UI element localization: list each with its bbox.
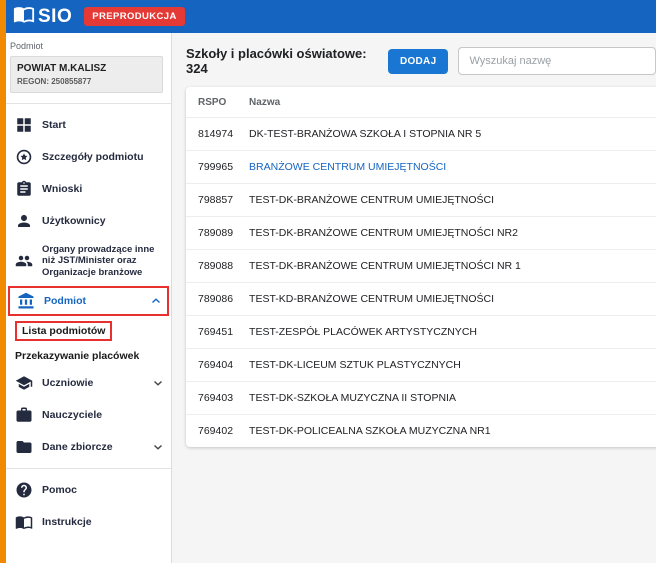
assignment-icon <box>15 180 33 198</box>
sidebar-item-label: Instrukcje <box>42 516 92 529</box>
main-content: Szkoły i placówki oświatowe: 324 DODAJ R… <box>173 33 656 563</box>
table-row[interactable]: 789086 TEST-KD-BRANŻOWE CENTRUM UMIEJĘTN… <box>186 283 656 316</box>
sidebar-section-label: Podmiot <box>6 33 171 54</box>
sidebar-item-label: Użytkownicy <box>42 215 106 228</box>
chevron-up-icon <box>149 294 163 308</box>
sidebar-item-label: Pomoc <box>42 484 77 497</box>
cell-rspo: 814974 <box>186 118 241 151</box>
cell-nazwa-link[interactable]: BRANŻOWE CENTRUM UMIEJĘTNOŚCI <box>241 151 656 184</box>
person-icon <box>15 212 33 230</box>
add-button[interactable]: DODAJ <box>388 49 449 74</box>
cell-nazwa: TEST-DK-POLICEALNA SZKOŁA MUZYCZNA NR1 <box>241 415 656 448</box>
table-row[interactable]: 799965 BRANŻOWE CENTRUM UMIEJĘTNOŚCI <box>186 151 656 184</box>
schools-table-card: RSPO Nazwa 814974 DK-TEST-BRANŻOWA SZKOŁ… <box>186 87 656 447</box>
cell-nazwa: TEST-DK-BRANŻOWE CENTRUM UMIEJĘTNOŚCI NR… <box>241 250 656 283</box>
table-row[interactable]: 814974 DK-TEST-BRANŻOWA SZKOŁA I STOPNIA… <box>186 118 656 151</box>
sidebar-item-label: Wnioski <box>42 183 82 196</box>
current-entity-box: POWIAT M.KALISZ REGON: 250855877 <box>10 56 163 93</box>
preprod-edge-strip <box>0 0 6 563</box>
folder-icon <box>15 438 33 456</box>
cell-nazwa: TEST-DK-LICEUM SZTUK PLASTYCZNYCH <box>241 349 656 382</box>
entity-name: POWIAT M.KALISZ <box>17 63 156 74</box>
cell-nazwa: TEST-DK-BRANŻOWE CENTRUM UMIEJĘTNOŚCI <box>241 184 656 217</box>
group-icon <box>15 252 33 270</box>
cell-rspo: 769404 <box>186 349 241 382</box>
book-icon <box>15 513 33 531</box>
sidebar-item-uzytkownicy[interactable]: Użytkownicy <box>6 205 171 237</box>
sidebar-item-uczniowie[interactable]: Uczniowie <box>6 367 171 399</box>
column-header-rspo: RSPO <box>186 87 241 118</box>
briefcase-icon <box>15 406 33 424</box>
sidebar-item-start[interactable]: Start <box>6 109 171 141</box>
schools-table: RSPO Nazwa 814974 DK-TEST-BRANŻOWA SZKOŁ… <box>186 87 656 447</box>
sidebar-item-label: Lista podmiotów <box>22 325 105 337</box>
help-icon <box>15 481 33 499</box>
cell-rspo: 789089 <box>186 217 241 250</box>
main-header: Szkoły i placówki oświatowe: 324 DODAJ <box>173 33 656 87</box>
table-row[interactable]: 769403 TEST-DK-SZKOŁA MUZYCZNA II STOPNI… <box>186 382 656 415</box>
book-logo-icon <box>13 3 35 30</box>
cell-rspo: 769402 <box>186 415 241 448</box>
app-logo[interactable]: SIO <box>13 3 72 30</box>
cell-rspo: 798857 <box>186 184 241 217</box>
logo-text: SIO <box>38 6 72 28</box>
sidebar: Podmiot POWIAT M.KALISZ REGON: 250855877… <box>6 33 172 563</box>
sidebar-item-organy-prowadzace[interactable]: Organy prowadzące inne niż JST/Minister … <box>6 237 171 285</box>
topbar: SIO PREPRODUKCJA <box>6 0 656 33</box>
sidebar-item-podmiot[interactable]: Podmiot <box>8 286 169 316</box>
bank-icon <box>17 292 35 310</box>
table-row[interactable]: 769404 TEST-DK-LICEUM SZTUK PLASTYCZNYCH <box>186 349 656 382</box>
column-header-nazwa: Nazwa <box>241 87 656 118</box>
cell-nazwa: DK-TEST-BRANŻOWA SZKOŁA I STOPNIA NR 5 <box>241 118 656 151</box>
table-row[interactable]: 789088 TEST-DK-BRANŻOWE CENTRUM UMIEJĘTN… <box>186 250 656 283</box>
sidebar-item-nauczyciele[interactable]: Nauczyciele <box>6 399 171 431</box>
sidebar-item-instrukcje[interactable]: Instrukcje <box>6 506 171 538</box>
chevron-down-icon <box>151 376 165 390</box>
graduation-cap-icon <box>15 374 33 392</box>
cell-rspo: 799965 <box>186 151 241 184</box>
grid-icon <box>15 116 33 134</box>
sidebar-item-label: Dane zbiorcze <box>42 441 113 454</box>
sidebar-item-wnioski[interactable]: Wnioski <box>6 173 171 205</box>
page-title: Szkoły i placówki oświatowe: 324 <box>186 46 388 76</box>
cell-nazwa: TEST-DK-SZKOŁA MUZYCZNA II STOPNIA <box>241 382 656 415</box>
chevron-down-icon <box>151 440 165 454</box>
sidebar-item-pomoc[interactable]: Pomoc <box>6 474 171 506</box>
sidebar-item-label: Uczniowie <box>42 377 93 390</box>
environment-badge: PREPRODUKCJA <box>84 7 185 26</box>
search-input[interactable] <box>458 47 656 75</box>
cell-nazwa: TEST-KD-BRANŻOWE CENTRUM UMIEJĘTNOŚCI <box>241 283 656 316</box>
sidebar-item-label: Przekazywanie placówek <box>15 350 139 362</box>
sidebar-item-label: Podmiot <box>44 295 86 308</box>
sidebar-item-przekazywanie-placowek[interactable]: Przekazywanie placówek <box>6 346 171 367</box>
sidebar-item-label: Start <box>42 119 66 132</box>
sidebar-divider <box>6 103 171 104</box>
table-header-row: RSPO Nazwa <box>186 87 656 118</box>
cell-nazwa: TEST-DK-BRANŻOWE CENTRUM UMIEJĘTNOŚCI NR… <box>241 217 656 250</box>
cell-rspo: 769403 <box>186 382 241 415</box>
sidebar-item-label: Nauczyciele <box>42 409 102 422</box>
cell-rspo: 789088 <box>186 250 241 283</box>
sidebar-divider <box>6 468 171 469</box>
cell-nazwa: TEST-ZESPÓŁ PLACÓWEK ARTYSTYCZNYCH <box>241 316 656 349</box>
cell-rspo: 769451 <box>186 316 241 349</box>
sidebar-item-label: Organy prowadzące inne niż JST/Minister … <box>42 244 165 278</box>
table-row[interactable]: 798857 TEST-DK-BRANŻOWE CENTRUM UMIEJĘTN… <box>186 184 656 217</box>
entity-regon: REGON: 250855877 <box>17 77 156 86</box>
cell-rspo: 789086 <box>186 283 241 316</box>
table-row[interactable]: 789089 TEST-DK-BRANŻOWE CENTRUM UMIEJĘTN… <box>186 217 656 250</box>
table-row[interactable]: 769451 TEST-ZESPÓŁ PLACÓWEK ARTYSTYCZNYC… <box>186 316 656 349</box>
sidebar-item-dane-zbiorcze[interactable]: Dane zbiorcze <box>6 431 171 463</box>
table-row[interactable]: 769402 TEST-DK-POLICEALNA SZKOŁA MUZYCZN… <box>186 415 656 448</box>
highlight-box: Lista podmiotów <box>15 321 112 341</box>
sidebar-item-szczegoly-podmiotu[interactable]: Szczegóły podmiotu <box>6 141 171 173</box>
sidebar-item-label: Szczegóły podmiotu <box>42 151 144 164</box>
sidebar-item-lista-podmiotow[interactable]: Lista podmiotów <box>6 317 171 346</box>
star-circle-icon <box>15 148 33 166</box>
